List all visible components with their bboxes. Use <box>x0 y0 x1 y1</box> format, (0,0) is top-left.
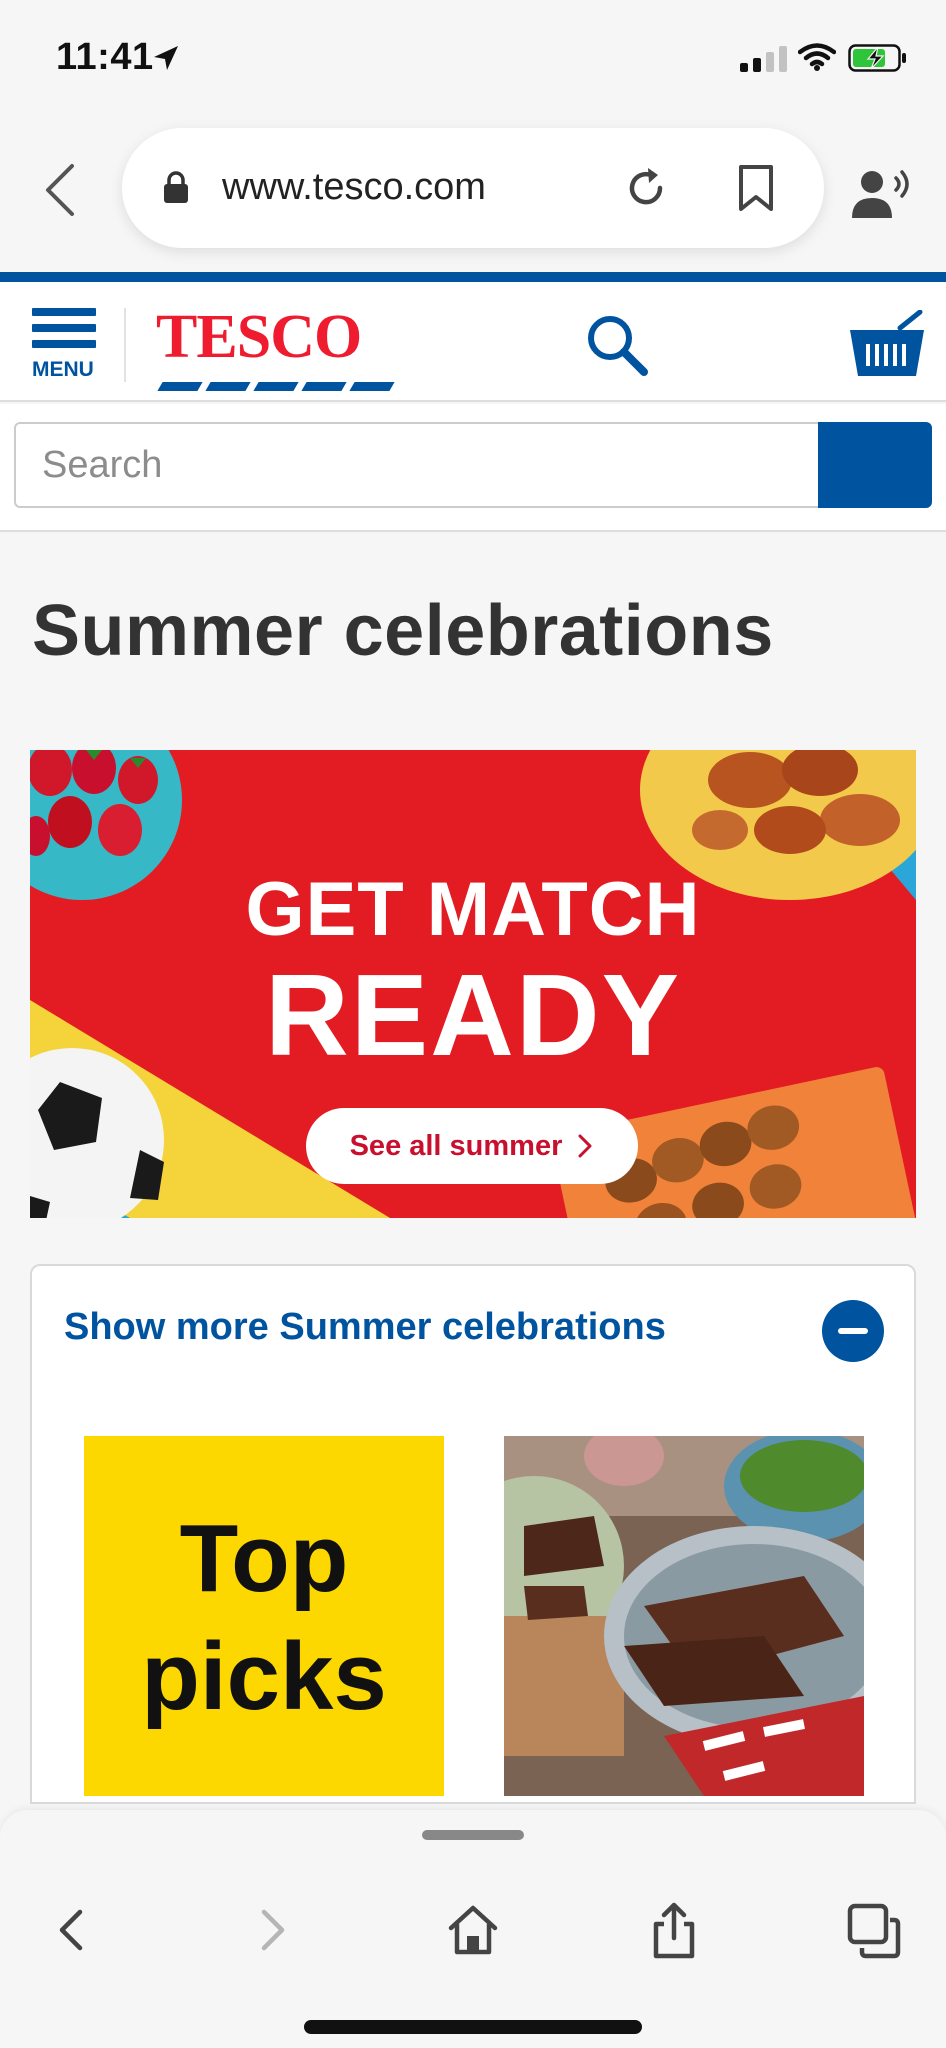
search-submit-button[interactable] <box>818 422 932 508</box>
bbq-steak-image <box>504 1436 864 1796</box>
browser-toolbar: www.tesco.com <box>0 120 946 270</box>
menu-label: MENU <box>32 358 94 381</box>
menu-button[interactable]: MENU <box>30 308 100 381</box>
see-all-summer-label: See all summer <box>349 1129 563 1162</box>
chevron-left-icon[interactable] <box>40 160 80 220</box>
back-icon[interactable] <box>42 1900 102 1960</box>
reload-icon[interactable] <box>622 164 670 212</box>
status-bar: 11:41 <box>0 0 946 120</box>
basket-icon[interactable] <box>848 310 926 380</box>
search-icon[interactable] <box>584 312 650 378</box>
hamburger-icon <box>32 308 96 316</box>
promo-banner[interactable]: GET MATCH READY See all summer <box>30 750 916 1218</box>
wifi-icon <box>798 43 836 71</box>
share-icon[interactable] <box>644 1900 704 1960</box>
cellular-signal-icon <box>740 46 787 72</box>
minus-icon <box>838 1328 868 1334</box>
top-picks-tile[interactable]: Top picks <box>84 1436 444 1796</box>
logo-wordmark: TESCO <box>156 303 362 371</box>
chevron-right-icon <box>578 1134 592 1158</box>
bookmark-icon[interactable] <box>736 164 776 212</box>
forward-icon[interactable] <box>242 1900 302 1960</box>
site-header: MENU TESCO <box>0 282 946 402</box>
header-accent-rule <box>0 272 946 282</box>
show-more-link[interactable]: Show more Summer celebrations <box>64 1306 666 1349</box>
url-text: www.tesco.com <box>222 166 486 208</box>
logo-stripes <box>157 382 395 391</box>
location-arrow-icon <box>154 46 178 70</box>
bottom-toolbar <box>0 1810 946 2048</box>
page-title: Summer celebrations <box>32 591 774 671</box>
status-time: 11:41 <box>56 36 154 78</box>
tesco-logo[interactable]: TESCO <box>156 302 395 391</box>
header-divider <box>124 308 126 382</box>
speaker-icon[interactable] <box>852 168 914 220</box>
banner-subheadline: READY <box>264 950 682 1080</box>
show-more-section: Show more Summer celebrations Top picks <box>30 1264 916 1804</box>
home-indicator <box>304 2020 642 2034</box>
see-all-summer-button[interactable]: See all summer <box>306 1108 638 1184</box>
battery-charging-icon <box>848 44 906 72</box>
search-input[interactable] <box>14 422 818 508</box>
collapse-button[interactable] <box>822 1300 884 1362</box>
home-icon[interactable] <box>443 1900 503 1960</box>
address-bar[interactable]: www.tesco.com <box>122 128 824 248</box>
top-picks-label: Top picks <box>141 1505 387 1730</box>
tabs-icon[interactable] <box>844 1900 904 1960</box>
drag-handle[interactable] <box>422 1830 524 1840</box>
lock-icon <box>164 171 188 203</box>
search-bar <box>0 404 946 532</box>
banner-headline: GET MATCH <box>245 867 701 952</box>
bbq-steak-tile[interactable] <box>504 1436 864 1796</box>
